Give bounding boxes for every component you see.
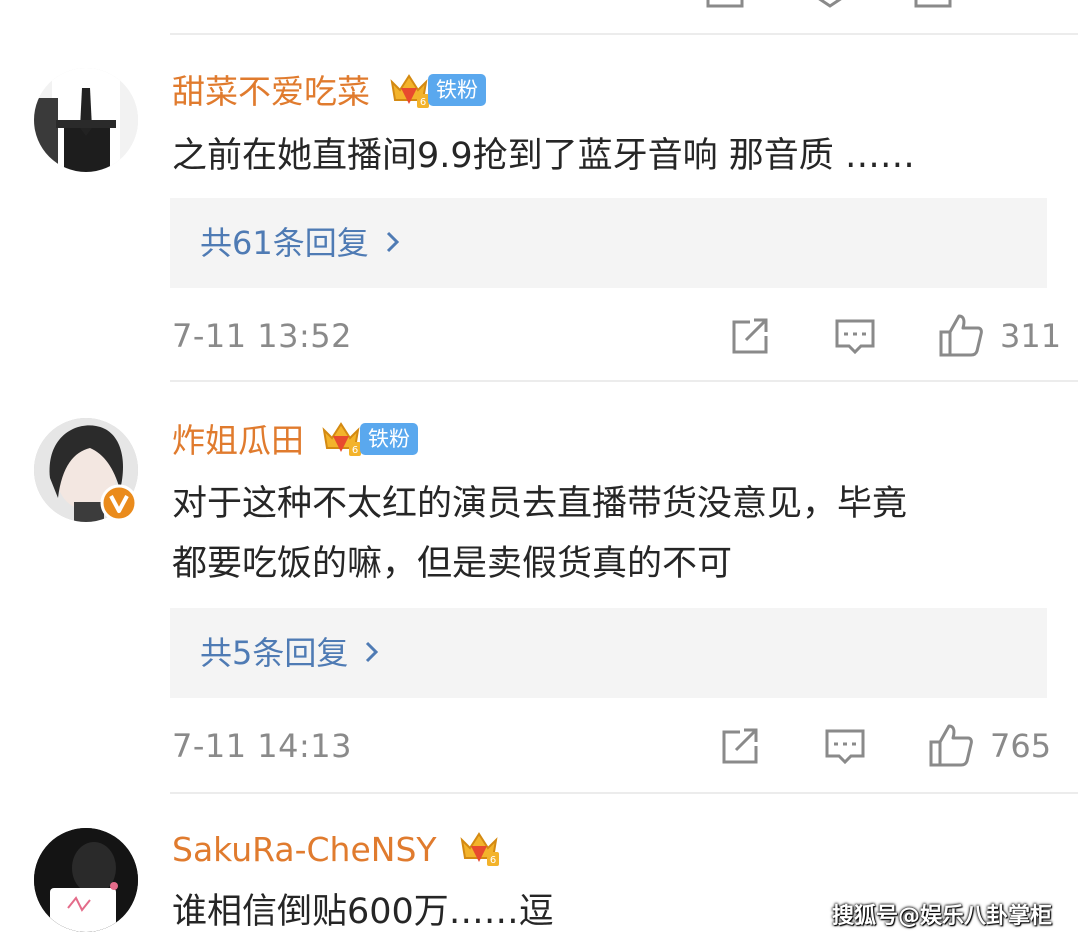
watermark: 搜狐号@娱乐八卦掌柜	[831, 904, 1052, 929]
crown-badge-icon: 6	[460, 832, 499, 866]
like-count: 311	[1000, 317, 1062, 355]
replies-label: 共61条回复	[200, 224, 369, 262]
like-icon[interactable]	[914, 0, 954, 8]
fan-badge: 铁粉	[360, 423, 418, 455]
comment-list: 甜菜不爱吃菜 6 铁粉 之前在她直播间9.9抢到了蓝牙音响 那音质 …… 共61…	[0, 0, 1078, 938]
avatar-image	[34, 68, 138, 172]
like-icon[interactable]	[938, 312, 984, 358]
fan-badge: 铁粉	[428, 74, 486, 106]
comment-icon[interactable]	[812, 0, 852, 8]
verified-v-icon	[100, 484, 138, 522]
chevron-right-icon	[385, 198, 401, 288]
crown-badge-icon: 6	[322, 422, 361, 456]
like-icon[interactable]	[928, 722, 974, 768]
comment-text-line-1: 对于这种不太红的演员去直播带货没意见，毕竟	[172, 484, 908, 524]
previous-comment-actions	[0, 0, 1078, 8]
svg-text:6: 6	[490, 855, 496, 866]
view-replies-link[interactable]: 共61条回复	[200, 198, 401, 288]
username[interactable]: 炸姐瓜田	[172, 421, 304, 461]
share-icon[interactable]	[706, 0, 746, 8]
comment-text: 之前在她直播间9.9抢到了蓝牙音响 那音质 ……	[172, 136, 915, 176]
svg-text:6: 6	[420, 97, 426, 108]
username[interactable]: SakuRa-CheNSY	[172, 830, 437, 870]
replies-box[interactable]: 共5条回复	[170, 608, 1047, 698]
divider	[170, 380, 1078, 382]
replies-box[interactable]: 共61条回复	[170, 198, 1047, 288]
share-icon[interactable]	[730, 316, 772, 356]
comment-time: 7-11 13:52	[172, 317, 353, 355]
comment-icon[interactable]	[824, 728, 866, 766]
divider	[170, 792, 1078, 794]
like-count: 765	[990, 727, 1052, 765]
avatar-image	[34, 828, 138, 932]
svg-text:6: 6	[352, 445, 358, 456]
avatar[interactable]	[34, 68, 138, 172]
share-icon[interactable]	[720, 726, 762, 766]
username[interactable]: 甜菜不爱吃菜	[172, 72, 370, 112]
comment-time: 7-11 14:13	[172, 727, 353, 765]
comment-icon[interactable]	[834, 318, 876, 356]
replies-label: 共5条回复	[200, 634, 349, 672]
view-replies-link[interactable]: 共5条回复	[200, 608, 380, 698]
avatar[interactable]	[34, 828, 138, 932]
divider	[170, 33, 1078, 35]
chevron-right-icon	[364, 608, 380, 698]
crown-badge-icon: 6	[390, 74, 429, 108]
comment-text-line-2: 都要吃饭的嘛，但是卖假货真的不可	[172, 544, 733, 584]
